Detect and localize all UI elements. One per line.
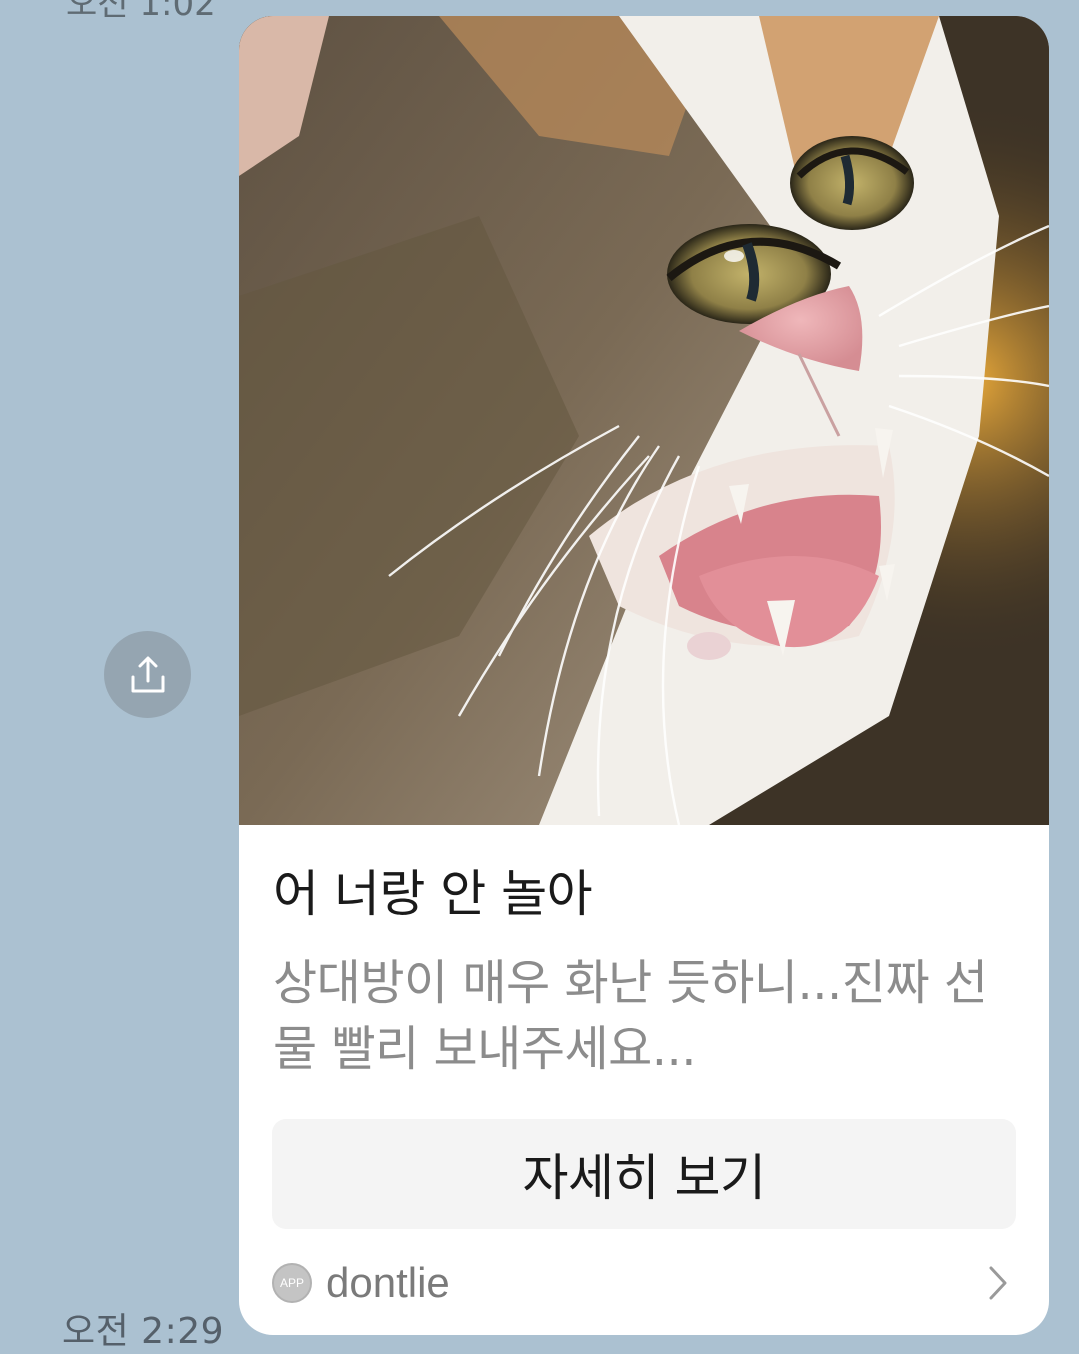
card-description: 상대방이 매우 화난 듯하니...진짜 선물 빨리 보내주세요... bbox=[273, 955, 988, 1077]
cat-photo-illustration bbox=[239, 16, 1049, 826]
app-name: dontlie bbox=[326, 1259, 450, 1306]
share-upload-icon bbox=[131, 656, 164, 692]
previous-message-timestamp: 오전 1:02 bbox=[66, 0, 216, 24]
message-card[interactable]: 어 너랑 안 놀아 상대방이 매우 화난 듯하니...진짜 선물 빨리 보내주세… bbox=[239, 16, 1049, 1335]
message-timestamp: 오전 2:29 bbox=[62, 1311, 225, 1352]
app-badge-icon: APP bbox=[272, 1263, 312, 1303]
app-footer-link[interactable]: APP dontlie bbox=[272, 1254, 1016, 1312]
share-button[interactable] bbox=[104, 631, 191, 718]
view-details-button[interactable]: 자세히 보기 bbox=[272, 1119, 1016, 1229]
cat-photo-image[interactable] bbox=[239, 16, 1049, 826]
chevron-right-icon bbox=[980, 1263, 1016, 1303]
card-title: 어 너랑 안 놀아 bbox=[273, 865, 593, 923]
